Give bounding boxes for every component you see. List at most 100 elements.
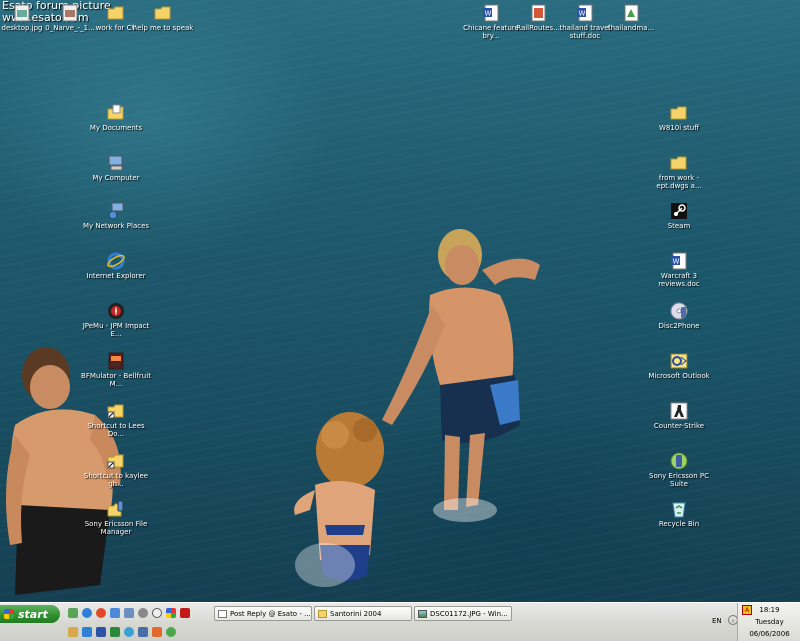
counter-strike-icon [670, 402, 688, 420]
desktop-icon-jpemu[interactable]: JPeMu - JPM Impact E... [81, 302, 151, 338]
desktop-icon-shortcut-kaylee[interactable]: Shortcut to kaylee gh... [81, 452, 151, 488]
task-label: DSC01172.JPG - Win... [430, 609, 508, 618]
quick-launch-word-icon[interactable] [96, 627, 106, 637]
desktop-icon-label: My Computer [92, 174, 140, 182]
desktop-icon-internet-explorer[interactable]: Internet Explorer [81, 252, 151, 280]
quick-launch-player-icon[interactable] [138, 608, 148, 618]
quick-launch-browser-icon[interactable] [82, 608, 92, 618]
folder-icon [318, 609, 327, 618]
desktop-icon-shortcut-lees[interactable]: Shortcut to Lees Do... [81, 402, 151, 438]
desktop-icon-thailandma[interactable]: thailandma... [596, 4, 666, 32]
network-places-icon [108, 202, 124, 220]
taskbar-button-post-reply[interactable]: Post Reply @ Esato - ... [214, 606, 312, 621]
desktop-icon-label: Steam [667, 222, 691, 230]
desktop-icon-my-network-places[interactable]: My Network Places [81, 202, 151, 230]
desktop-icon-label: Sony Ericsson PC Suite [649, 472, 709, 488]
disc2phone-icon [670, 302, 688, 320]
quick-launch-clock-icon[interactable] [152, 608, 162, 618]
clock-time[interactable]: 18:19 [738, 606, 800, 614]
desktop-icon-label: My Documents [89, 124, 143, 132]
taskbar-button-santorini[interactable]: Santorini 2004 [314, 606, 412, 621]
desktop-icon-help-me-to-speak[interactable]: help me to speak [128, 4, 198, 32]
taskbar: start Post Reply @ Esato - ... Santorini… [0, 602, 800, 641]
desktop-icon-my-computer[interactable]: My Computer [81, 154, 151, 182]
desktop-icon-label: Shortcut to Lees Do... [87, 422, 145, 438]
svg-text:W: W [485, 10, 492, 18]
desktop-icon-label: Counter-Strike [653, 422, 705, 430]
quick-launch-media-icon[interactable] [96, 608, 106, 618]
folder-icon [670, 156, 687, 170]
my-computer-icon [108, 155, 123, 171]
emulator-icon [108, 303, 124, 319]
quick-launch-red-app-icon[interactable] [180, 608, 190, 618]
desktop-icon-label: JPeMu - JPM Impact E... [82, 322, 150, 338]
desktop-wallpaper: Esato forum picture www.esato.com deskto… [0, 0, 800, 602]
desktop-icon-counter-strike[interactable]: Counter-Strike [644, 402, 714, 430]
file-manager-icon [107, 500, 124, 517]
quick-launch-paint-icon[interactable] [152, 627, 162, 637]
quick-launch-explorer-icon[interactable] [124, 608, 134, 618]
quick-launch-tool-icon[interactable] [110, 608, 120, 618]
quick-launch-shield-icon[interactable] [68, 627, 78, 637]
quick-launch-excel-icon[interactable] [110, 627, 120, 637]
image-file-icon [14, 4, 30, 22]
desktop-icon-bfmulator[interactable]: BFMulator - Bellfruit M... [81, 352, 151, 388]
task-label: Santorini 2004 [330, 609, 382, 618]
image-file-icon [62, 4, 78, 22]
desktop-icon-warcraft-reviews[interactable]: W Warcraft 3 reviews.doc [644, 252, 714, 288]
desktop-icon-label: Disc2Phone [658, 322, 700, 330]
word-document-icon: W [577, 4, 593, 22]
desktop-icon-microsoft-outlook[interactable]: Microsoft Outlook [644, 352, 714, 380]
file-icon [624, 4, 639, 22]
desktop-icon-w810i-stuff[interactable]: W810i stuff [644, 104, 714, 132]
desktop-icon-steam[interactable]: Steam [644, 202, 714, 230]
desktop-icon-label: W810i stuff [658, 124, 700, 132]
desktop-icon-sony-ericsson-file-manager[interactable]: Sony Ericsson File Manager [81, 500, 151, 536]
browser-page-icon [218, 609, 227, 618]
folder-shortcut-icon [107, 454, 124, 469]
folder-icon [154, 6, 171, 20]
image-viewer-icon [418, 609, 427, 618]
folder-icon [107, 6, 124, 20]
task-label: Post Reply @ Esato - ... [230, 609, 311, 618]
desktop-icon-label: Microsoft Outlook [648, 372, 710, 380]
desktop-icon-recycle-bin[interactable]: Recycle Bin [644, 500, 714, 528]
desktop-icon-label: My Network Places [82, 222, 150, 230]
quick-launch-web-icon[interactable] [82, 627, 92, 637]
start-button[interactable]: start [0, 605, 60, 623]
quick-launch-windows-icon[interactable] [166, 608, 176, 618]
desktop-icon-label: Sony Ericsson File Manager [84, 520, 148, 536]
quick-launch-messenger-icon[interactable] [166, 627, 176, 637]
clock-day: Tuesday [755, 618, 784, 626]
desktop-icon-label: Recycle Bin [658, 520, 700, 528]
quick-launch-globe-icon[interactable] [124, 627, 134, 637]
folder-shortcut-icon [107, 404, 124, 419]
folder-icon [670, 106, 687, 120]
svg-text:W: W [673, 258, 680, 266]
recycle-bin-icon [672, 502, 686, 518]
desktop-icon-label: Internet Explorer [86, 272, 146, 280]
desktop-icon-disc2phone[interactable]: Disc2Phone [644, 302, 714, 330]
system-tray: A 18:19 Tuesday 06/06/2006 [737, 603, 800, 641]
start-label: start [18, 607, 48, 621]
word-document-icon: W [671, 252, 687, 270]
internet-explorer-icon [107, 252, 125, 270]
windows-logo-icon [4, 609, 14, 619]
language-indicator[interactable]: EN [712, 617, 722, 625]
my-documents-icon [107, 104, 124, 120]
emulator-icon [108, 352, 124, 370]
taskbar-button-image-viewer[interactable]: DSC01172.JPG - Win... [414, 606, 512, 621]
desktop-icon-pc-suite[interactable]: Sony Ericsson PC Suite [644, 452, 714, 488]
desktop-icon-my-documents[interactable]: My Documents [81, 104, 151, 132]
outlook-icon [670, 353, 688, 369]
desktop-icon-label: thailandma... [607, 24, 655, 32]
quick-launch-app-icon[interactable] [68, 608, 78, 618]
clock-date: 06/06/2006 [749, 630, 790, 638]
desktop-icon-from-work[interactable]: from work - ept.dwgs a... [644, 154, 714, 190]
steam-icon [671, 203, 687, 219]
quick-launch-search-icon[interactable] [138, 627, 148, 637]
desktop-icon-label: help me to speak [132, 24, 194, 32]
file-icon [531, 4, 546, 22]
pc-suite-icon [670, 452, 688, 470]
desktop-icon-label: Warcraft 3 reviews.doc [658, 272, 700, 288]
